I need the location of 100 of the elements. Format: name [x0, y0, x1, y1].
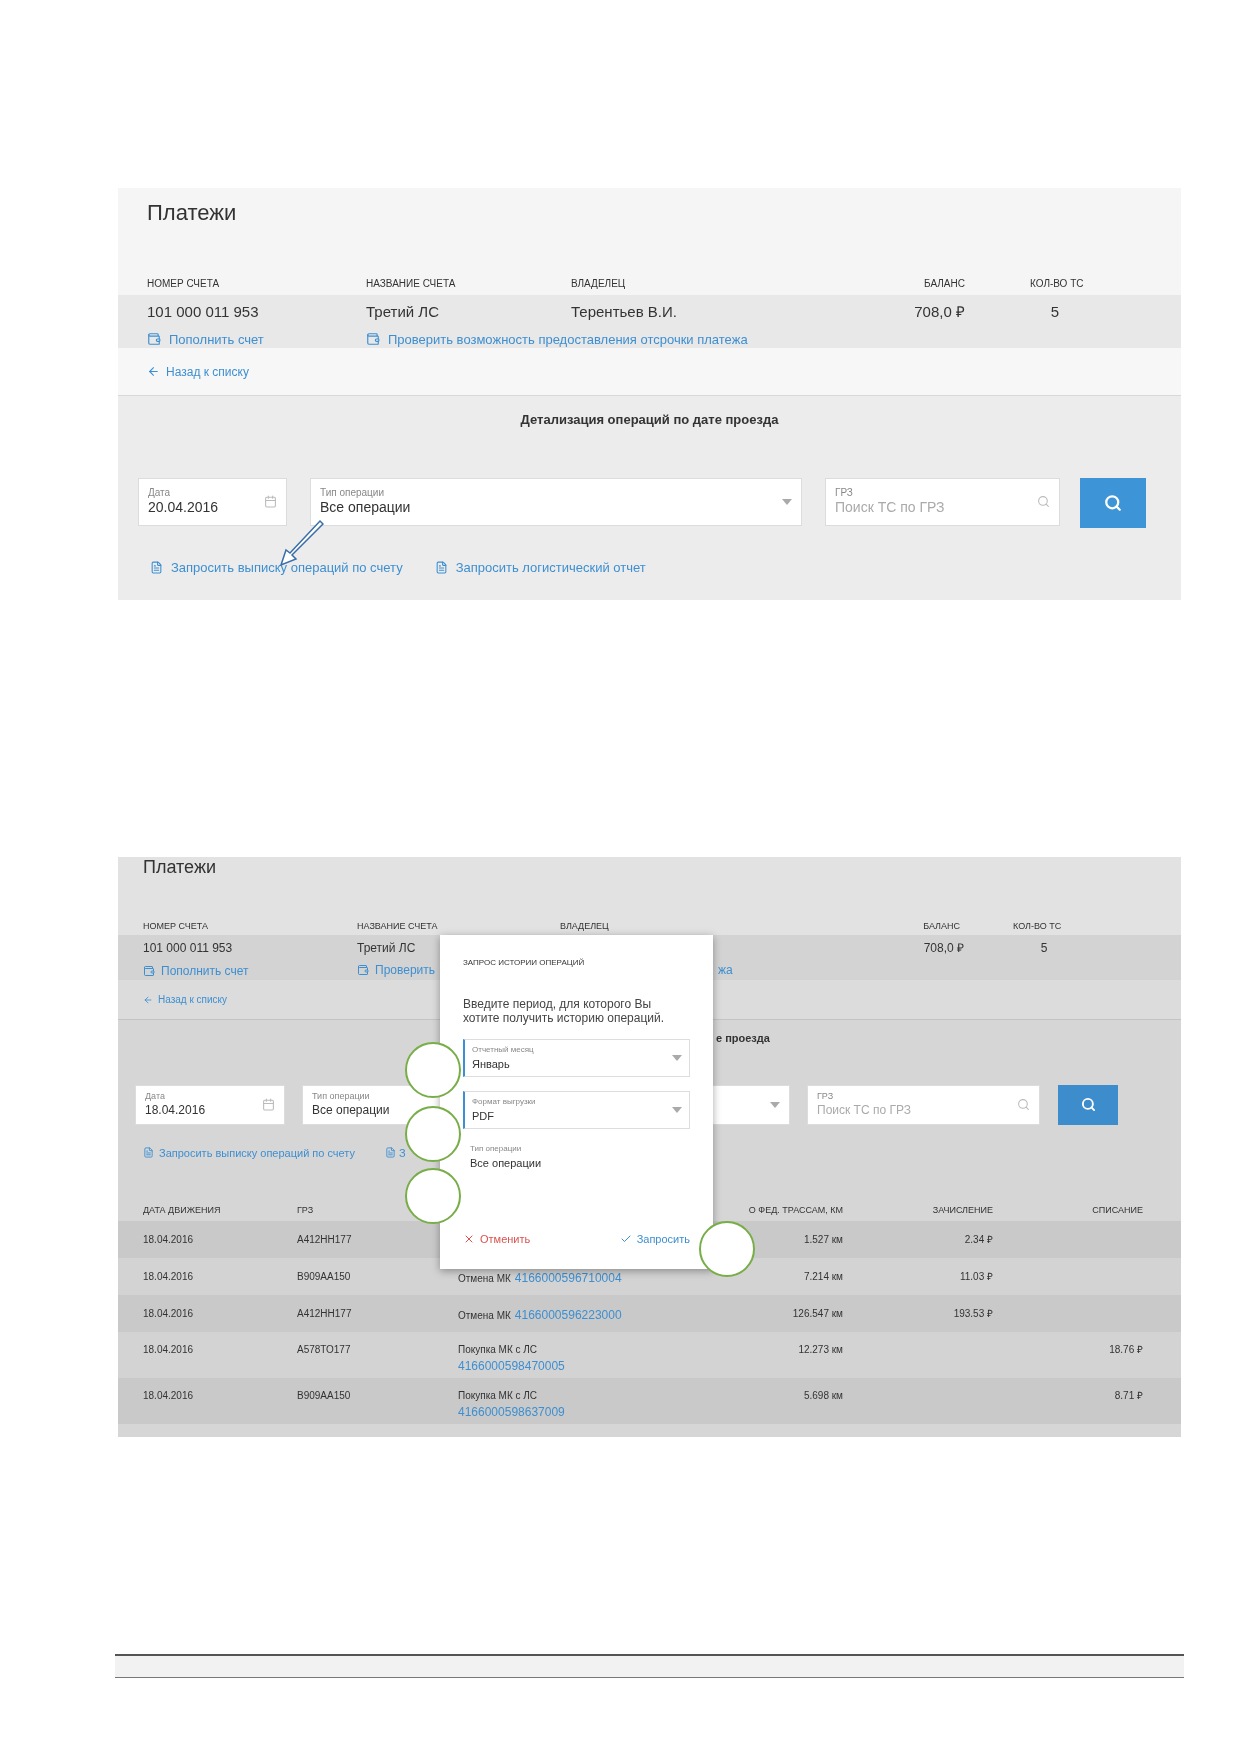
document-icon [434, 560, 448, 574]
field-value: Все операции [470, 1156, 542, 1171]
card-number-link[interactable]: 4166000596223000 [514, 1306, 622, 1324]
table-cell-text: 18.04.2016 [143, 1270, 195, 1284]
card-number-link[interactable]: 4166000596710004 [514, 1269, 622, 1287]
operation-type: Отмена МК [458, 1309, 511, 1323]
column-header: ГРЗ [297, 1204, 315, 1218]
cancel-button[interactable]: Отменить [463, 1230, 531, 1247]
arrow-left-icon [143, 994, 153, 1005]
account-owner: Терентьев В.И. [571, 302, 678, 322]
deferral-check-link[interactable]: Проверить возможность предоставления отсрочки платежа [366, 329, 748, 349]
dropdown-field[interactable]: Формат выгрузки PDF [463, 1091, 690, 1129]
table-cell-text: А412НН177 [297, 1307, 353, 1321]
calendar-icon [262, 1098, 275, 1111]
table-cell-text: 18.04.2016 [143, 1307, 195, 1321]
dropdown-field[interactable]: Отчетный месяц Январь [463, 1039, 690, 1077]
account-number: 101 000 011 953 [147, 302, 260, 322]
operation-type: Отмена МК [458, 1272, 511, 1286]
table-cell-text: 18.04.2016 [143, 1343, 195, 1357]
wallet-icon [366, 332, 380, 347]
search-icon [1037, 495, 1050, 508]
column-header: О ФЕД. ТРАССАМ, КМ [747, 1204, 843, 1218]
page-title: Платежи [143, 857, 217, 877]
column-header: НАЗВАНИЕ СЧЕТА [357, 919, 439, 933]
field-label: Дата [145, 1091, 165, 1103]
date-field[interactable]: Дата 18.04.2016 [135, 1084, 285, 1125]
statement-request-link[interactable]: Запросить выписку операций по счету [150, 557, 403, 577]
deferral-check-link[interactable]: Проверить [357, 961, 435, 979]
card-number-link[interactable]: 4166000598637009 [458, 1403, 718, 1421]
table-cell-text: В909АА150 [297, 1389, 352, 1403]
field-value: Январь [472, 1056, 510, 1072]
search-field[interactable]: ГРЗ Поиск ТС по ГРЗ [825, 477, 1060, 526]
wallet-icon [143, 965, 155, 977]
request-button[interactable]: Запросить [619, 1230, 690, 1247]
table-cell-text: 2.34 ₽ [963, 1233, 993, 1247]
field-value: PDF [472, 1108, 494, 1124]
field-placeholder: Поиск ТС по ГРЗ [817, 1102, 911, 1118]
search-icon [1017, 1098, 1030, 1111]
table-cell-text: 18.04.2016 [143, 1233, 195, 1247]
search-button[interactable] [1080, 477, 1146, 528]
field-label: Отчетный месяц [472, 1043, 534, 1056]
table-cell-text: 8.71 ₽ [1113, 1389, 1143, 1403]
table-cell-text: 7.214 км [802, 1270, 843, 1284]
logistics-report-link[interactable]: З [385, 1144, 406, 1161]
column-header: ВЛАДЕЛЕЦ [560, 920, 609, 931]
dropdown-triangle-icon [770, 1101, 780, 1108]
table-cell-text: А578ТО177 [297, 1343, 352, 1357]
column-header: КОЛ-ВО ТС [1030, 277, 1085, 291]
account-number: 101 000 011 953 [143, 940, 234, 957]
column-header: СПИСАНИЕ [1091, 1204, 1143, 1218]
dropdown-triangle-icon [672, 1107, 682, 1113]
account-name: Третий ЛС [357, 940, 417, 957]
field-label: ГРЗ [835, 486, 853, 499]
field-value: Все операции [320, 499, 411, 517]
dialog-title: ЗАПРОС ИСТОРИИ ОПЕРАЦИЙ [463, 957, 586, 969]
column-header: НАЗВАНИЕ СЧЕТА [366, 277, 457, 291]
dropdown-triangle-icon [782, 498, 792, 505]
search-button[interactable] [1058, 1084, 1118, 1125]
vehicle-count: 5 [1049, 302, 1061, 322]
document-icon [385, 1147, 396, 1159]
vehicle-count: 5 [1039, 940, 1049, 957]
table-cell-text: 1.527 км [802, 1233, 843, 1247]
account-balance: 708,0 ₽ [922, 940, 964, 957]
document-icon [143, 1147, 154, 1159]
table-cell-text: 5.698 км [802, 1389, 843, 1403]
field-label: Формат выгрузки [472, 1095, 536, 1108]
column-header: ВЛАДЕЛЕЦ [571, 278, 626, 289]
dropdown-triangle-icon [672, 1055, 682, 1061]
statement-request-link[interactable]: Запросить выписку операций по счету [143, 1144, 355, 1161]
operation-type: Покупка МК с ЛС [458, 1343, 539, 1357]
account-name: Третий ЛС [366, 302, 440, 322]
column-header: ЗАЧИСЛЕНИЕ [931, 1204, 993, 1218]
back-link[interactable]: Назад к списку [147, 362, 249, 381]
table-cell-text: 126.547 км [791, 1307, 843, 1321]
section-title: Детализация операций по дате проезда [520, 411, 779, 429]
card-number-link[interactable]: 4166000598470005 [458, 1357, 718, 1375]
field-label: ГРЗ [817, 1091, 834, 1103]
date-field[interactable]: Дата 20.04.2016 [138, 477, 287, 526]
field-label: Дата [148, 486, 171, 499]
search-field[interactable]: ГРЗ Поиск ТС по ГРЗ [807, 1084, 1040, 1125]
table-cell-text: 12.273 км [797, 1343, 843, 1357]
column-header: БАЛАНС [922, 919, 960, 933]
logistics-report-link[interactable]: Запросить логистический отчет [434, 557, 646, 577]
field-label: Тип операции [470, 1143, 522, 1155]
link-fragment: жа [718, 962, 733, 979]
dialog-text: Введите период, для которого Вы хотите получить историю операций. [463, 997, 666, 1025]
back-link[interactable]: Назад к списку [143, 992, 228, 1007]
wallet-icon [147, 332, 161, 347]
calendar-icon [264, 495, 277, 508]
dropdown-field[interactable]: Тип операции Все операции [310, 477, 802, 526]
search-icon [1104, 493, 1122, 512]
top-up-link[interactable]: Пополнить счет [143, 961, 357, 981]
account-balance: 708,0 ₽ [913, 302, 965, 322]
top-up-link[interactable]: Пополнить счет [147, 329, 366, 349]
page-title: Платежи [147, 199, 238, 227]
column-header: НОМЕР СЧЕТА [147, 277, 221, 291]
table-cell-text: 18.76 ₽ [1108, 1343, 1143, 1357]
table-cell-text: 11.03 ₽ [958, 1270, 993, 1284]
column-header: КОЛ-ВО ТС [1013, 919, 1063, 933]
field-value: 18.04.2016 [145, 1102, 206, 1118]
